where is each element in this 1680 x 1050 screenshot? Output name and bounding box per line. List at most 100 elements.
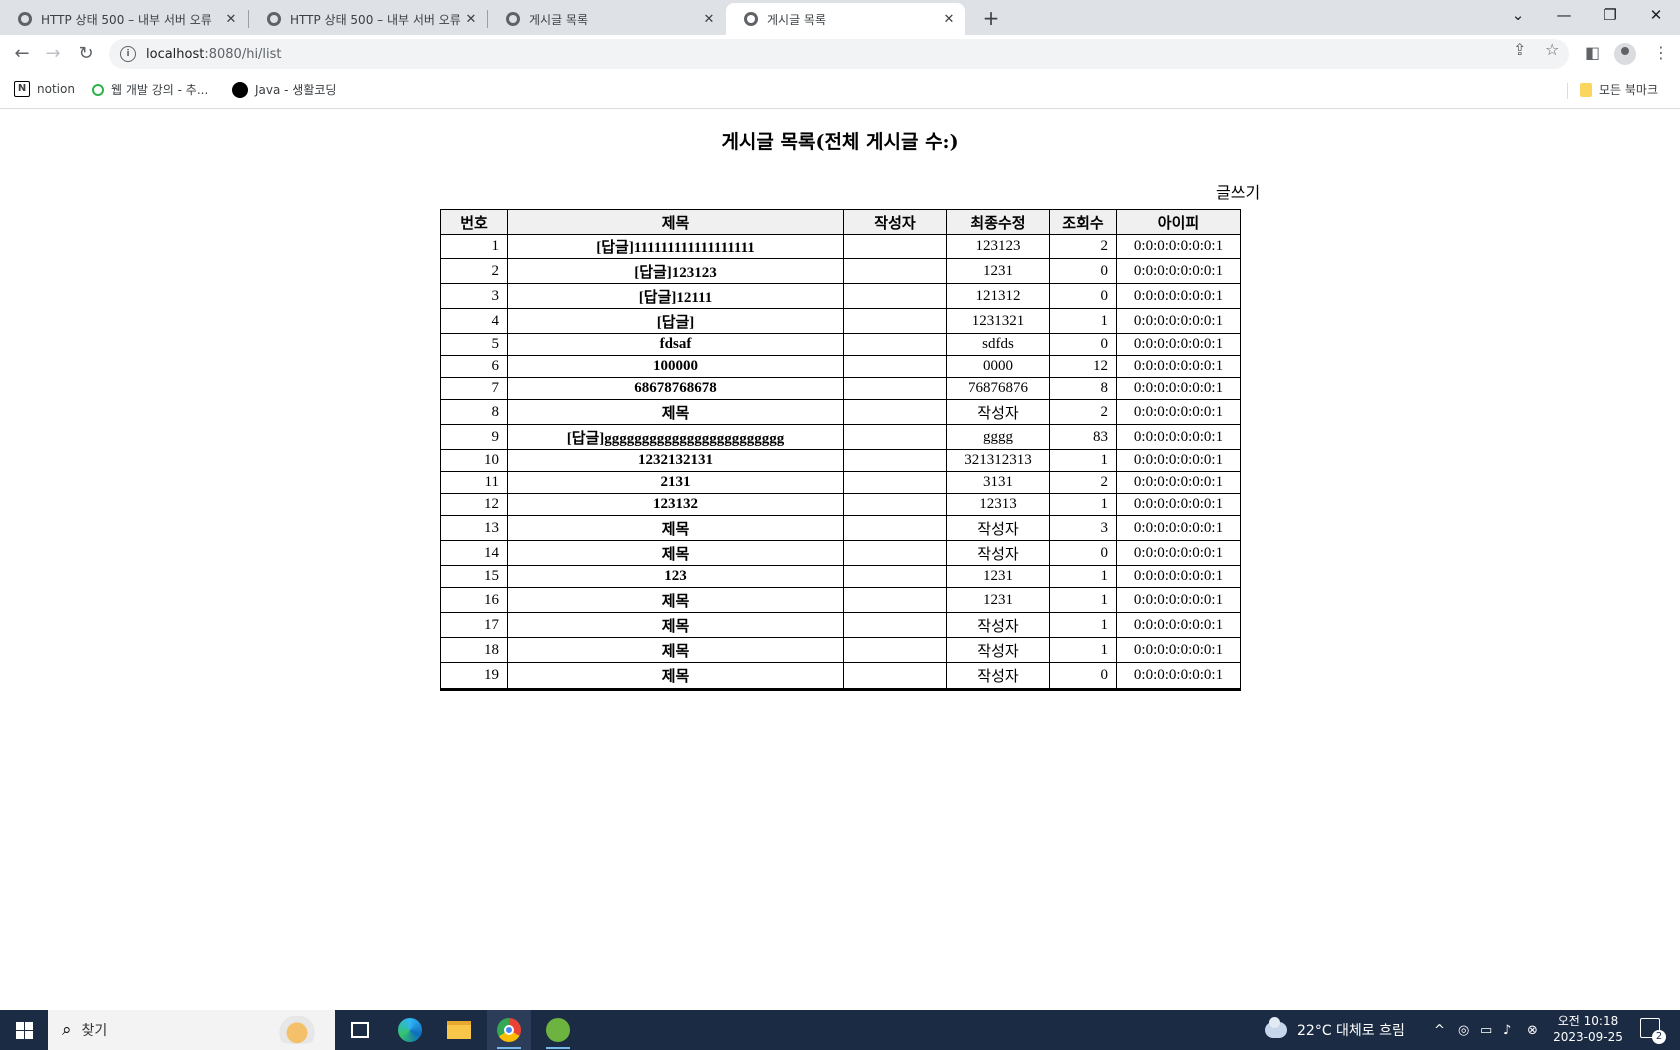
minimize-icon[interactable]: — [1541,0,1587,30]
network-icon[interactable]: ▭ [1480,1010,1492,1050]
star-icon[interactable]: ☆ [1545,40,1559,59]
table-row[interactable]: 17 제목 작성자 1 0:0:0:0:0:0:0:1 [441,613,1240,638]
cell-subject[interactable]: 제목 [508,613,844,638]
close-tab-icon[interactable]: ✕ [223,12,239,27]
bookmark-label: Java - 생활코딩 [255,83,337,97]
cell-views: 1 [1050,566,1117,588]
forward-arrow-icon[interactable]: → [41,42,65,66]
clock[interactable]: 오전 10:18 2023-09-25 [1548,1013,1628,1045]
cell-subject[interactable]: [답글]111111111111111111 [508,235,844,259]
cell-ip: 0:0:0:0:0:0:0:1 [1117,541,1240,566]
cell-views: 2 [1050,235,1117,259]
table-row[interactable]: 16 제목 1231 1 0:0:0:0:0:0:0:1 [441,588,1240,613]
cell-subject[interactable]: [답글]123123 [508,259,844,284]
cell-writer [844,400,947,425]
table-row[interactable]: 10 1232132131 321312313 1 0:0:0:0:0:0:0:1 [441,450,1240,472]
info-icon[interactable]: i [120,46,136,62]
table-row[interactable]: 5 fdsaf sdfds 0 0:0:0:0:0:0:0:1 [441,334,1240,356]
windows-start-icon[interactable] [0,1010,48,1050]
meet-now-icon[interactable]: ◎ [1458,1010,1469,1050]
table-row[interactable]: 3 [답글]12111 121312 0 0:0:0:0:0:0:0:1 [441,284,1240,309]
cell-subject[interactable]: 제목 [508,638,844,663]
cell-writer [844,450,947,472]
cell-subject[interactable]: 123132 [508,494,844,516]
plus-icon[interactable]: + [977,4,1005,32]
table-row[interactable]: 18 제목 작성자 1 0:0:0:0:0:0:0:1 [441,638,1240,663]
chrome-icon[interactable] [487,1010,531,1050]
tab-board-list-1[interactable]: 게시글 목록 ✕ [488,3,725,35]
bookmark-notion[interactable]: N notion [14,81,75,97]
cell-writer [844,613,947,638]
reload-icon[interactable]: ↻ [74,42,98,66]
tab-board-list-active[interactable]: 게시글 목록 ✕ [726,3,965,35]
cell-subject[interactable]: [답글]gggggggggggggggggggggggg [508,425,844,450]
volume-icon[interactable]: ♪ [1503,1010,1511,1050]
table-row[interactable]: 14 제목 작성자 0 0:0:0:0:0:0:0:1 [441,541,1240,566]
close-tab-icon[interactable]: ✕ [701,12,717,27]
cell-subject[interactable]: 2131 [508,472,844,494]
table-row[interactable]: 4 [답글] 1231321 1 0:0:0:0:0:0:0:1 [441,309,1240,334]
taskbar-search-box[interactable]: ⌕ 찾기 [48,1010,335,1050]
cell-subject[interactable]: 제목 [508,400,844,425]
cell-subject[interactable]: 123 [508,566,844,588]
column-header-modified: 최종수정 [947,210,1050,235]
side-panel-icon[interactable]: ◧ [1585,43,1600,62]
tray-chevron-icon[interactable]: ^ [1434,1010,1445,1050]
bookmark-web-dev[interactable]: 웹 개발 강의 - 추... [92,81,208,98]
weather-widget[interactable]: 22°C 대체로 흐림 [1265,1010,1405,1050]
address-bar[interactable]: i localhost:8080/hi/list [109,39,1569,69]
cell-views: 1 [1050,309,1117,334]
tab-http-500-2[interactable]: HTTP 상태 500 – 내부 서버 오류 ✕ [249,3,487,35]
close-tab-icon[interactable]: ✕ [941,12,957,27]
tab-http-500-1[interactable]: HTTP 상태 500 – 내부 서버 오류 ✕ [0,3,247,35]
cell-subject[interactable]: 100000 [508,356,844,378]
table-row[interactable]: 11 2131 3131 2 0:0:0:0:0:0:0:1 [441,472,1240,494]
table-row[interactable]: 9 [답글]gggggggggggggggggggggggg gggg 83 0:0:0… [441,425,1240,450]
table-row[interactable]: 12 123132 12313 1 0:0:0:0:0:0:0:1 [441,494,1240,516]
cell-subject[interactable]: [답글] [508,309,844,334]
cell-subject[interactable]: 68678768678 [508,378,844,400]
table-row[interactable]: 6 100000 0000 12 0:0:0:0:0:0:0:1 [441,356,1240,378]
cell-number: 11 [441,472,508,494]
cell-modified: 76876876 [947,378,1050,400]
menu-dots-icon[interactable]: ⋮ [1653,43,1669,62]
cell-subject[interactable]: 제목 [508,663,844,688]
table-row[interactable]: 19 제목 작성자 0 0:0:0:0:0:0:0:1 [441,663,1240,688]
cell-ip: 0:0:0:0:0:0:0:1 [1117,400,1240,425]
share-icon[interactable]: ⇪ [1513,40,1526,59]
cell-number: 4 [441,309,508,334]
cell-number: 15 [441,566,508,588]
profile-avatar-icon[interactable] [1614,43,1636,65]
cell-modified: 1231 [947,566,1050,588]
all-bookmarks[interactable]: 모든 북마크 [1580,81,1658,98]
table-row[interactable]: 15 123 1231 1 0:0:0:0:0:0:0:1 [441,566,1240,588]
bookmark-label: 웹 개발 강의 - 추... [111,83,209,97]
spring-tool-suite-icon[interactable] [536,1010,580,1050]
cell-subject[interactable]: 제목 [508,516,844,541]
table-row[interactable]: 13 제목 작성자 3 0:0:0:0:0:0:0:1 [441,516,1240,541]
table-row[interactable]: 8 제목 작성자 2 0:0:0:0:0:0:0:1 [441,400,1240,425]
notification-icon[interactable]: 2 [1640,1018,1666,1044]
cell-subject[interactable]: fdsaf [508,334,844,356]
task-view-icon[interactable] [338,1010,382,1050]
cell-subject[interactable]: 제목 [508,588,844,613]
write-post-link[interactable]: 글쓰기 [1216,179,1260,203]
table-row[interactable]: 7 68678768678 76876876 8 0:0:0:0:0:0:0:1 [441,378,1240,400]
tab-search-chevron-icon[interactable]: ⌄ [1495,0,1541,30]
bookmark-java[interactable]: Java - 생활코딩 [232,81,336,98]
close-window-icon[interactable]: ✕ [1633,0,1679,30]
table-row[interactable]: 1 [답글]111111111111111111 123123 2 0:0:0:0:0:… [441,235,1240,259]
table-row[interactable]: 2 [답글]123123 1231 0 0:0:0:0:0:0:0:1 [441,259,1240,284]
file-explorer-icon[interactable] [437,1010,481,1050]
cell-subject[interactable]: [답글]12111 [508,284,844,309]
cell-subject[interactable]: 제목 [508,541,844,566]
cell-number: 9 [441,425,508,450]
back-arrow-icon[interactable]: ← [10,42,34,66]
error-icon[interactable]: ⊗ [1527,1010,1538,1050]
restore-icon[interactable]: ❐ [1587,0,1633,30]
edge-icon[interactable] [388,1010,432,1050]
cell-subject[interactable]: 1232132131 [508,450,844,472]
close-tab-icon[interactable]: ✕ [463,12,479,27]
cell-writer [844,663,947,688]
cell-views: 2 [1050,400,1117,425]
